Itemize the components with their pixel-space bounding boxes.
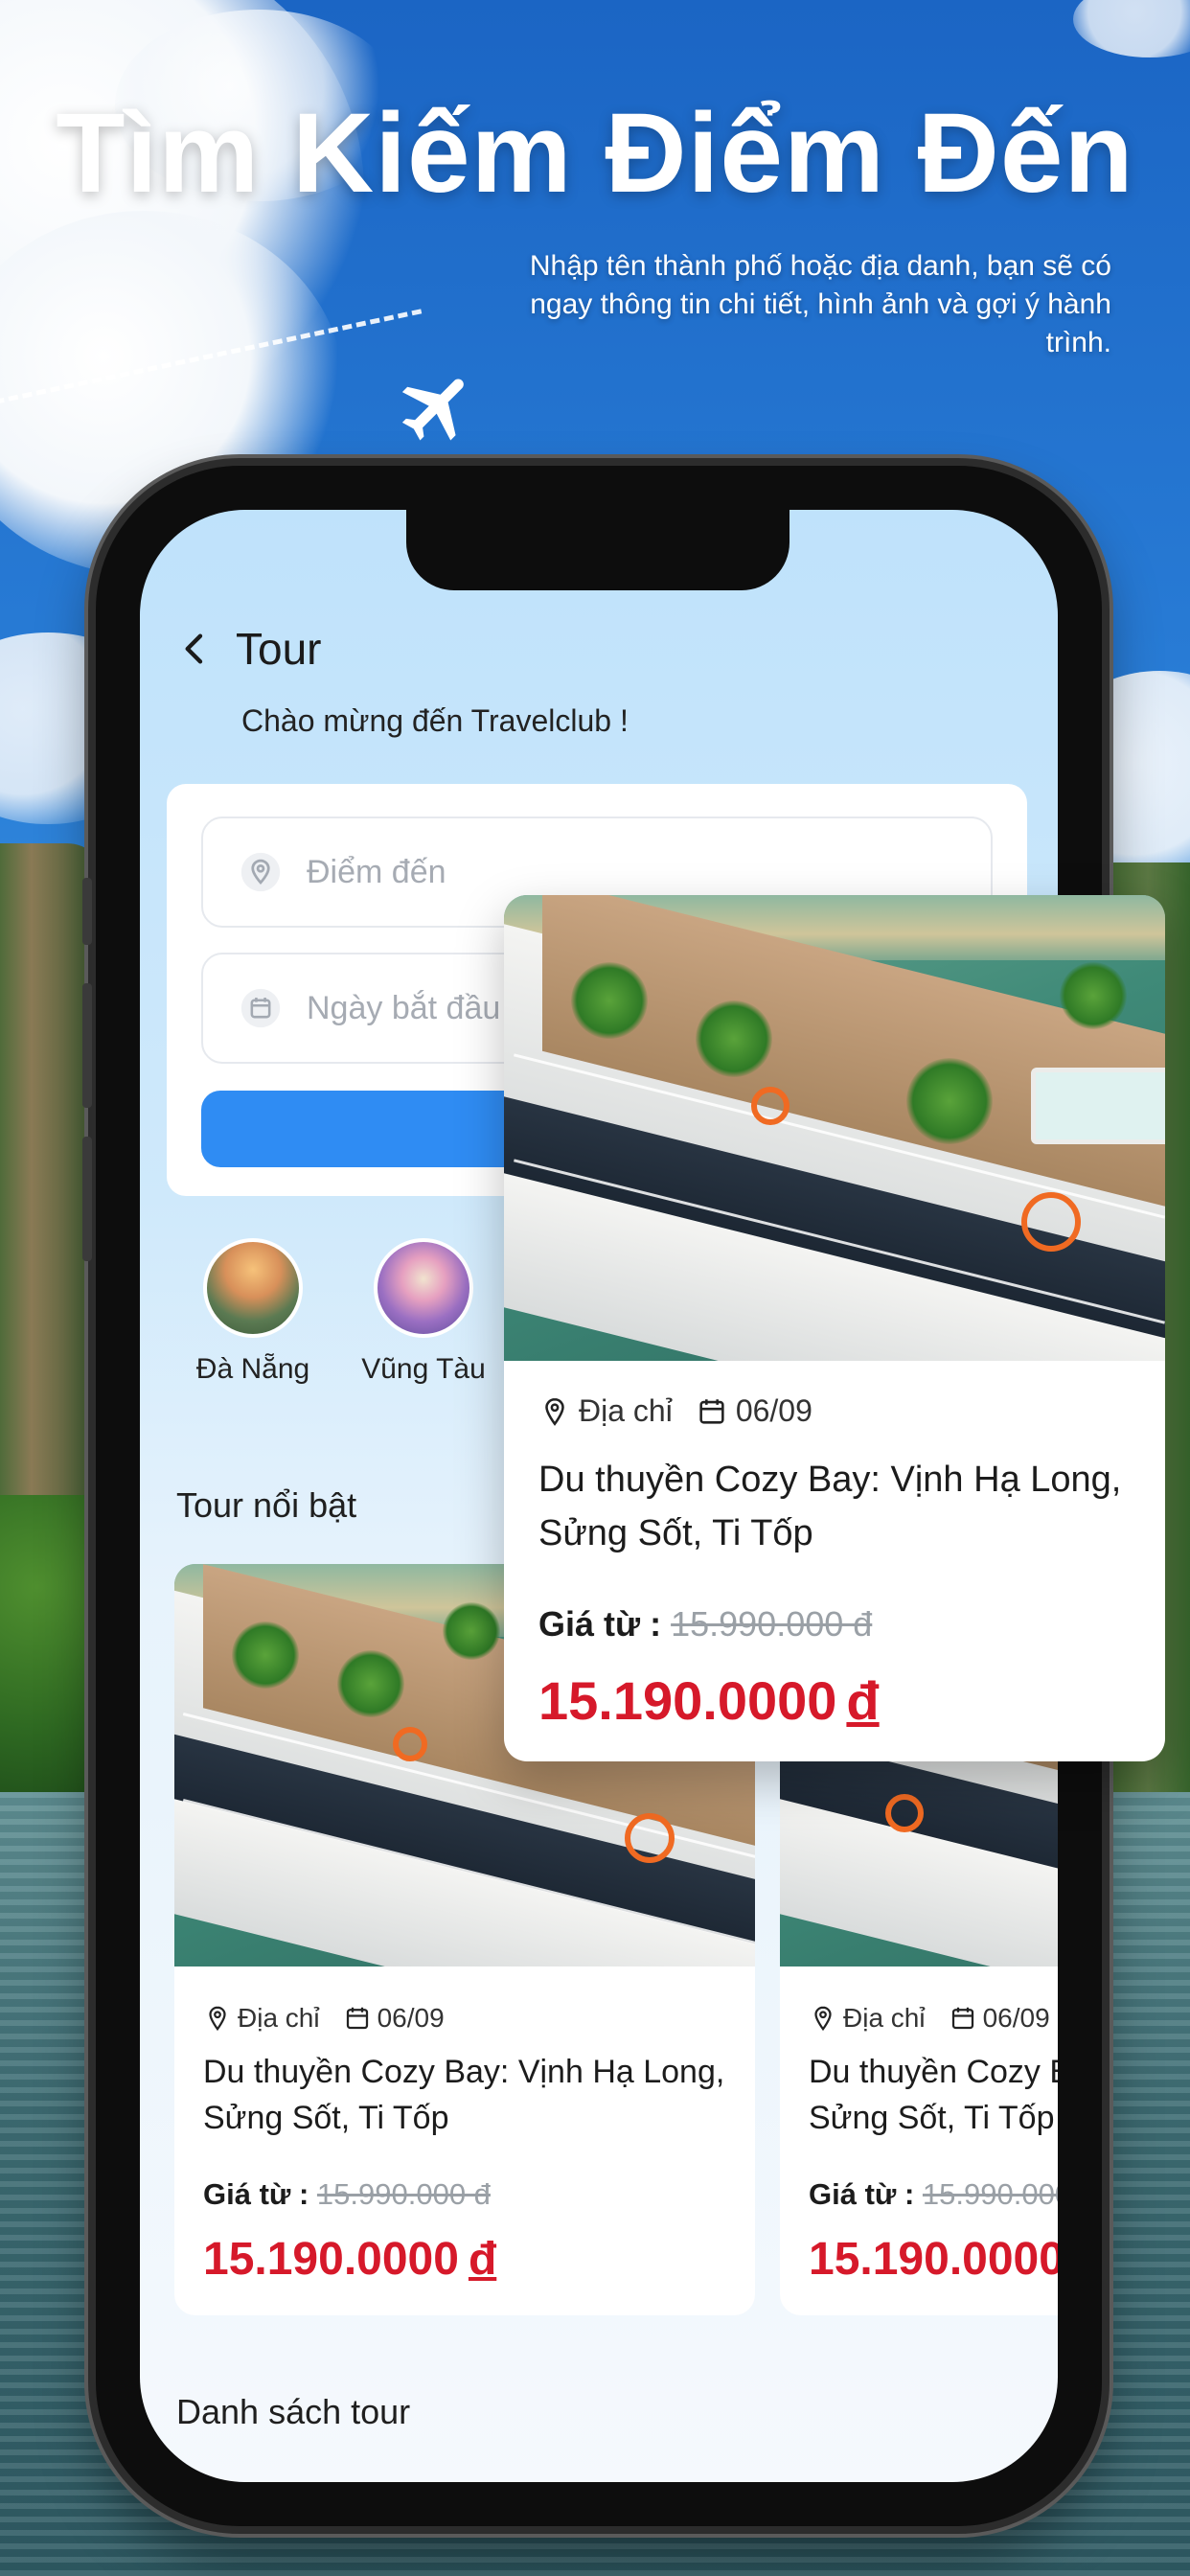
calendar-icon xyxy=(951,2007,973,2030)
old-price: 15.990.000 đ xyxy=(671,1604,873,1644)
city-list: Đà Nẵng Vũng Tàu xyxy=(176,1238,517,1386)
destination-input[interactable] xyxy=(307,853,920,891)
cloud xyxy=(1073,0,1190,58)
tour-image xyxy=(504,895,1165,1361)
price-row: Giá từ : 15.990.000 đ xyxy=(538,1604,872,1644)
promo-headline: Tìm Kiếm Điểm Đến xyxy=(56,90,1134,217)
price-label: Giá từ : xyxy=(538,1604,662,1644)
side-button xyxy=(82,1137,92,1261)
tour-date: 06/09 xyxy=(982,2003,1050,2033)
featured-tour-popout-card[interactable]: Địa chỉ 06/09 Du thuyền Cozy Bay: Vịnh H… xyxy=(504,895,1165,1761)
price-currency: đ xyxy=(468,2234,497,2285)
old-price: 15.990.000 đ xyxy=(922,2177,1058,2211)
current-price: 15.190.0000đ xyxy=(538,1669,880,1732)
tour-meta: Địa chỉ 06/09 xyxy=(203,2003,445,2034)
tour-location: Địa chỉ xyxy=(579,1393,673,1428)
location-pin-icon xyxy=(545,1397,564,1426)
location-pin-icon xyxy=(240,852,281,892)
price-row: Giá từ : 15.990.000 đ xyxy=(203,2177,491,2212)
tour-meta: Địa chỉ 06/09 xyxy=(538,1393,812,1429)
promo-subline: Nhập tên thành phố hoặc địa danh, bạn sẽ… xyxy=(529,250,1111,358)
price-row: Giá từ : 15.990.000 đ xyxy=(809,2177,1058,2212)
notch xyxy=(406,510,790,590)
city-avatar xyxy=(374,1238,473,1338)
app-header: Tour xyxy=(176,623,321,675)
location-pin-icon xyxy=(209,2006,226,2032)
city-item-da-nang[interactable]: Đà Nẵng xyxy=(176,1238,330,1386)
tour-meta: Địa chỉ 06/09 xyxy=(809,2003,1050,2034)
location-pin-icon xyxy=(814,2006,832,2032)
city-label: Vũng Tàu xyxy=(361,1353,486,1385)
current-price: 15.190.0000đ xyxy=(203,2233,496,2286)
tour-location: Địa chỉ xyxy=(843,2003,926,2033)
tour-name: Du thuyền Cozy Bay: Vịnh Hạ Long, Sửng S… xyxy=(809,2054,1058,2136)
price-label: Giá từ : xyxy=(203,2177,309,2211)
tour-name: Du thuyền Cozy Bay: Vịnh Hạ Long, Sửng S… xyxy=(538,1460,1122,1553)
tour-location: Địa chỉ xyxy=(238,2003,320,2033)
side-button xyxy=(82,878,92,945)
tour-date: 06/09 xyxy=(377,2003,445,2033)
plane-icon xyxy=(401,379,464,441)
city-label: Đà Nẵng xyxy=(195,1353,310,1385)
side-button xyxy=(82,983,92,1108)
calendar-icon xyxy=(346,2007,368,2030)
calendar-icon xyxy=(240,988,281,1028)
price-label: Giá từ : xyxy=(809,2177,915,2211)
price-value: 15.190.0000 xyxy=(538,1670,837,1731)
price-value: 15.190.0000 xyxy=(203,2234,459,2285)
tour-date: 06/09 xyxy=(735,1393,812,1428)
city-item-vung-tau[interactable]: Vũng Tàu xyxy=(347,1238,500,1386)
featured-tours-title: Tour nổi bật xyxy=(176,1485,357,1525)
tour-name: Du thuyền Cozy Bay: Vịnh Hạ Long, Sửng S… xyxy=(203,2054,725,2136)
page-title: Tour xyxy=(236,624,322,674)
current-price: 15.190.0000đ xyxy=(809,2233,1058,2286)
price-value: 15.190.0000 xyxy=(809,2234,1058,2285)
welcome-text: Chào mừng đến Travelclub ! xyxy=(241,703,629,738)
tour-list-title: Danh sách tour xyxy=(176,2392,411,2431)
price-currency: đ xyxy=(846,1670,880,1731)
city-avatar xyxy=(203,1238,303,1338)
calendar-icon xyxy=(699,1398,724,1424)
back-arrow-icon[interactable] xyxy=(176,630,215,668)
old-price: 15.990.000 đ xyxy=(316,2177,491,2211)
